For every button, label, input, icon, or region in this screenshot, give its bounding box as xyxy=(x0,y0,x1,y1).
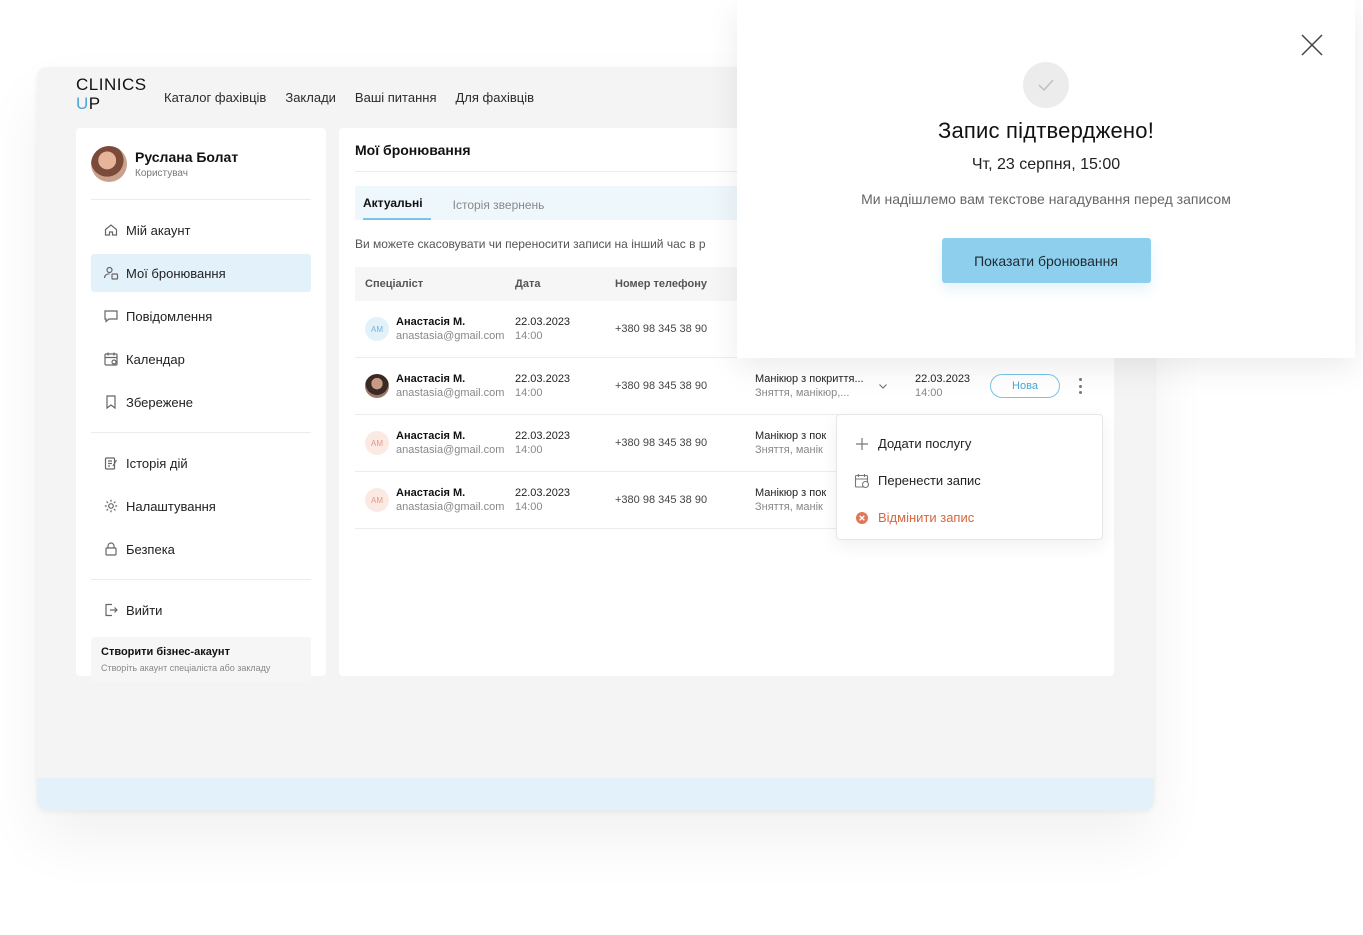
nav-questions[interactable]: Ваші питання xyxy=(355,90,437,105)
service-cell[interactable]: Манікюр з покриття... Зняття, манікюр,... xyxy=(755,373,915,399)
plus-icon xyxy=(853,435,871,453)
clinics-up-logo[interactable]: CLINICS UP xyxy=(76,76,147,112)
home-icon xyxy=(103,222,119,238)
tab-current[interactable]: Актуальні xyxy=(363,196,431,220)
sidebar-item-account[interactable]: Мій акаунт xyxy=(91,211,311,249)
profile-role: Користувач xyxy=(135,167,188,179)
table-row[interactable]: Анастасія М. anastasia@gmail.com 22.03.20… xyxy=(355,358,1098,415)
sidebar-item-logout[interactable]: Вийти xyxy=(91,591,311,629)
sidebar-group-main: Мій акаунт Мої бронювання Повідомлення К… xyxy=(91,200,311,433)
menu-item-add-service[interactable]: Додати послугу xyxy=(853,425,1086,462)
profile-name: Руслана Болат xyxy=(135,148,239,165)
gear-icon xyxy=(103,498,119,514)
sidebar-group-settings: Історія дій Налаштування Безпека xyxy=(91,433,311,580)
sidebar-item-bookings[interactable]: Мої бронювання xyxy=(91,254,311,292)
create-business-account-card[interactable]: Створити бізнес-акаунт Створіть акаунт с… xyxy=(91,637,311,682)
sidebar-item-history[interactable]: Історія дій xyxy=(91,444,311,482)
status-badge: Нова xyxy=(990,374,1060,398)
calendar-icon xyxy=(103,351,119,367)
booking-confirmed-modal: Запис підтверджено! Чт, 23 серпня, 15:00… xyxy=(737,0,1355,358)
specialist-photo xyxy=(365,374,389,398)
main-nav: Каталог фахівців Заклади Ваші питання Дл… xyxy=(164,90,534,105)
modal-date: Чт, 23 серпня, 15:00 xyxy=(971,156,1121,173)
nav-institutions[interactable]: Заклади xyxy=(285,90,336,105)
sidebar-item-messages[interactable]: Повідомлення xyxy=(91,297,311,335)
specialist-initials: АМ xyxy=(365,488,389,512)
modal-text: Ми надішлемо вам текстове нагадування пе… xyxy=(861,191,1231,207)
sidebar: Руслана Болат Користувач Мій акаунт Мої … xyxy=(76,128,326,682)
history-icon xyxy=(103,455,119,471)
nav-for-specialists[interactable]: Для фахівців xyxy=(456,90,535,105)
nav-specialists-catalog[interactable]: Каталог фахівців xyxy=(164,90,266,105)
show-bookings-button[interactable]: Показати бронювання xyxy=(941,238,1151,283)
cancel-hint: Ви можете скасовувати чи переносити запи… xyxy=(355,237,706,251)
bookmark-icon xyxy=(103,394,119,410)
check-icon xyxy=(1023,62,1069,108)
sidebar-item-calendar[interactable]: Календар xyxy=(91,340,311,378)
tab-history[interactable]: Історія звернень xyxy=(453,198,545,220)
specialist-initials: АМ xyxy=(365,431,389,455)
avatar xyxy=(91,145,127,182)
menu-item-reschedule[interactable]: Перенести запис xyxy=(853,462,1086,499)
footer-strip xyxy=(37,778,1154,810)
specialist-initials: АМ xyxy=(365,317,389,341)
booking-actions-menu: Додати послугу Перенести запис Відмінити… xyxy=(836,414,1103,540)
user-calendar-icon xyxy=(103,265,119,281)
calendar-clock-icon xyxy=(853,472,871,490)
modal-title: Запис підтверджено! xyxy=(937,118,1155,143)
more-options-icon[interactable] xyxy=(1074,378,1086,394)
profile-card: Руслана Болат Користувач xyxy=(91,128,311,200)
logout-icon xyxy=(103,602,119,618)
message-icon xyxy=(103,308,119,324)
lock-icon xyxy=(103,541,119,557)
sidebar-item-security[interactable]: Безпека xyxy=(91,530,311,568)
chevron-down-icon[interactable] xyxy=(878,381,888,391)
close-icon[interactable] xyxy=(1299,32,1325,58)
menu-item-cancel-booking[interactable]: Відмінити запис xyxy=(853,499,1086,536)
sidebar-item-settings[interactable]: Налаштування xyxy=(91,487,311,525)
sidebar-item-saved[interactable]: Збережене xyxy=(91,383,311,421)
cancel-circle-icon xyxy=(853,509,871,527)
